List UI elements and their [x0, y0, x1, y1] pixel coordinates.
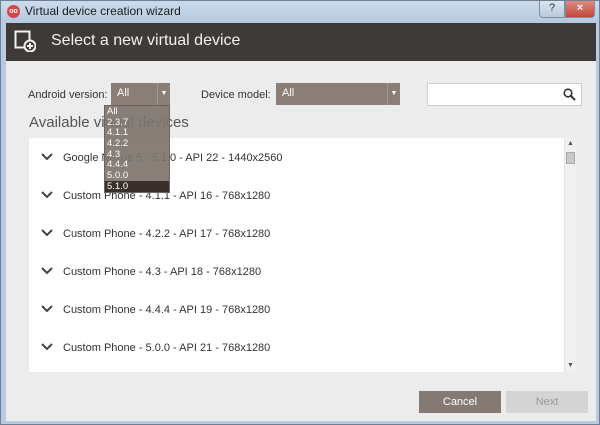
device-model-select[interactable]: All ▼ — [276, 83, 400, 105]
scroll-down-icon[interactable]: ▼ — [565, 360, 576, 372]
dropdown-option[interactable]: 4.1.1 — [105, 127, 169, 139]
help-button[interactable]: ? — [539, 1, 565, 18]
device-name: Custom Phone - 4.3 - API 18 - 768x1280 — [63, 266, 262, 278]
chevron-down-icon[interactable] — [41, 304, 53, 314]
dropdown-option[interactable]: 4.2.2 — [105, 138, 169, 149]
android-version-value: All — [117, 87, 130, 99]
vertical-scrollbar[interactable]: ▲ ▼ — [564, 138, 576, 372]
device-item[interactable]: Custom Phone - 4.2.2 - API 17 - 768x1280 — [29, 216, 562, 254]
title-bar[interactable]: oo Virtual device creation wizard ? × — [1, 1, 599, 22]
dropdown-option[interactable]: 5.0.0 — [105, 170, 169, 181]
chevron-down-icon: ▼ — [387, 83, 400, 105]
device-model-value: All — [282, 87, 295, 99]
device-name: Custom Phone - 5.0.0 - API 21 - 768x1280 — [63, 342, 271, 354]
cancel-button[interactable]: Cancel — [419, 391, 501, 413]
chevron-down-icon[interactable] — [41, 266, 53, 276]
android-version-label: Android version: — [28, 89, 108, 101]
chevron-down-icon[interactable] — [41, 342, 53, 352]
page-title: Select a new virtual device — [51, 32, 241, 49]
device-name: Custom Phone - 4.2.2 - API 17 - 768x1280 — [63, 228, 271, 240]
scroll-up-icon[interactable]: ▲ — [565, 138, 576, 150]
chevron-down-icon: ▼ — [157, 83, 170, 105]
android-version-dropdown: All 2.3.7 4.1.1 4.2.2 4.3 4.4.4 5.0.0 5.… — [104, 105, 170, 193]
dropdown-option[interactable]: All — [105, 106, 169, 117]
device-model-label: Device model: — [201, 89, 271, 101]
close-button[interactable]: × — [565, 1, 595, 18]
wizard-window: oo Virtual device creation wizard ? × Se… — [0, 0, 600, 425]
add-device-icon — [14, 30, 36, 52]
dropdown-option[interactable]: 4.3 — [105, 149, 169, 160]
search-input[interactable] — [427, 83, 582, 106]
dropdown-option-selected[interactable]: 5.1.0 — [105, 180, 169, 192]
device-item[interactable]: Custom Phone - 4.4.4 - API 19 - 768x1280 — [29, 292, 562, 330]
android-version-select[interactable]: All ▼ — [111, 83, 170, 105]
dropdown-option[interactable]: 4.4.4 — [105, 159, 169, 171]
wizard-header: Select a new virtual device — [6, 23, 596, 61]
wizard-content: Android version: All ▼ Device model: All… — [6, 61, 596, 421]
device-item[interactable]: Custom Phone - 5.0.0 - API 21 - 768x1280 — [29, 330, 562, 368]
next-button[interactable]: Next — [506, 391, 588, 413]
device-item[interactable]: Custom Phone - 4.3 - API 18 - 768x1280 — [29, 254, 562, 292]
device-name: Google Nexus 5 - 5.1.0 - API 22 - 1440x2… — [63, 152, 283, 164]
app-logo-icon: oo — [7, 5, 20, 18]
window-title: Virtual device creation wizard — [25, 4, 181, 18]
chevron-down-icon[interactable] — [41, 152, 53, 162]
dropdown-option[interactable]: 2.3.7 — [105, 117, 169, 128]
device-name: Custom Phone - 4.4.4 - API 19 - 768x1280 — [63, 304, 271, 316]
chevron-down-icon[interactable] — [41, 228, 53, 238]
scroll-thumb[interactable] — [566, 152, 575, 164]
search-icon[interactable] — [563, 88, 576, 101]
chevron-down-icon[interactable] — [41, 190, 53, 200]
